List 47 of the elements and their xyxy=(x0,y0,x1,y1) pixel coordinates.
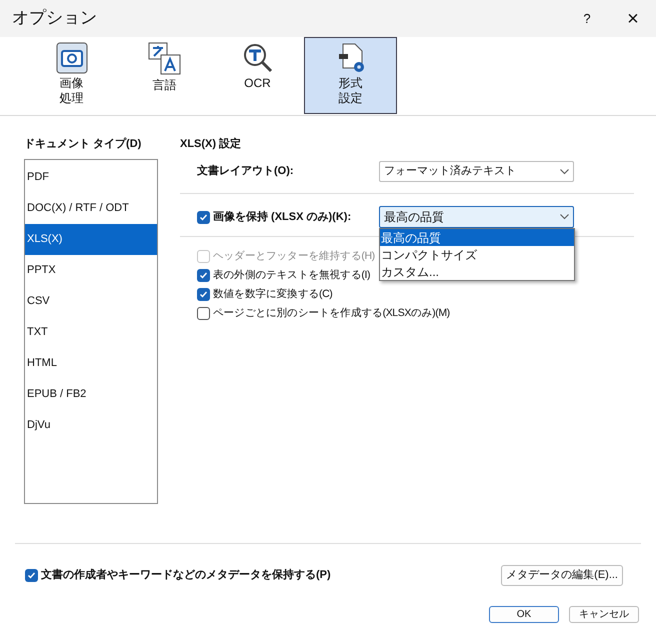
toolbar-tab[interactable]: 形式 設定 xyxy=(304,37,397,114)
checkmark-icon xyxy=(199,271,208,280)
list-item[interactable]: PDF xyxy=(25,162,157,193)
toolbar-tab[interactable]: 画像 処理 xyxy=(25,37,118,114)
translate-icon xyxy=(148,42,182,76)
checkbox[interactable] xyxy=(197,307,210,320)
list-item[interactable]: EPUB / FB2 xyxy=(25,379,157,410)
checkmark-icon xyxy=(199,290,208,299)
checkbox[interactable] xyxy=(197,269,210,282)
checkbox[interactable] xyxy=(197,288,210,301)
checkmark-icon xyxy=(27,570,36,580)
close-button[interactable]: × xyxy=(610,0,656,37)
checkbox-label: 文書の作成者やキーワードなどのメタデータを保持する(P) xyxy=(41,568,331,583)
list-item[interactable]: PPTX xyxy=(25,255,157,286)
list-item[interactable]: DjVu xyxy=(25,410,157,441)
checkmark-icon xyxy=(199,212,208,222)
list-label: ドキュメント タイプ(D) xyxy=(24,136,142,152)
checkbox-label: 数値を数字に変換する(C) xyxy=(213,286,332,302)
magnifier-icon xyxy=(242,42,274,74)
field-label: 文書レイアウト(O): xyxy=(197,164,295,180)
toolbar-tab[interactable]: OCR xyxy=(211,37,304,114)
ok-button[interactable]: OK xyxy=(489,606,559,623)
dropdown-option[interactable]: カスタム... xyxy=(380,263,574,280)
section-heading: XLS(X) 設定 xyxy=(180,136,242,152)
layout-dropdown[interactable]: フォーマット済みテキスト xyxy=(379,161,574,182)
checkbox-label: ページごとに別のシートを作成する(XLSXのみ)(M) xyxy=(213,306,450,321)
checkbox-label: 表の外側のテキストを無視する(I) xyxy=(213,268,370,283)
list-item[interactable]: TXT xyxy=(25,317,157,348)
dropdown-option[interactable]: コンパクトサイズ xyxy=(380,246,574,263)
checkbox[interactable] xyxy=(197,210,210,224)
help-button[interactable]: ? xyxy=(564,0,610,37)
image-quality-dropdown[interactable]: 最高の品質 xyxy=(379,206,574,228)
dropdown-option[interactable]: 最高の品質 xyxy=(380,229,574,246)
toolbar-tab[interactable]: 言語 xyxy=(118,37,211,114)
list-item[interactable]: CSV xyxy=(25,286,157,317)
checkbox[interactable] xyxy=(25,568,38,582)
cancel-button[interactable]: キャンセル xyxy=(569,606,639,623)
list-item[interactable]: XLS(X) xyxy=(25,224,157,255)
checkbox-label: ヘッダーとフッターを維持する(H) xyxy=(213,248,375,264)
list-item[interactable]: HTML xyxy=(25,348,157,379)
window-title: オプション xyxy=(12,6,98,30)
list-item[interactable]: DOC(X) / RTF / ODT xyxy=(25,193,157,224)
edit-metadata-button[interactable]: メタデータの編集(E)... xyxy=(501,564,623,586)
camera-icon xyxy=(56,42,88,74)
chevron-down-icon xyxy=(560,214,569,220)
chevron-down-icon xyxy=(560,168,569,174)
checkbox-label: 画像を保持 (XLSX のみ)(K): xyxy=(213,210,352,225)
